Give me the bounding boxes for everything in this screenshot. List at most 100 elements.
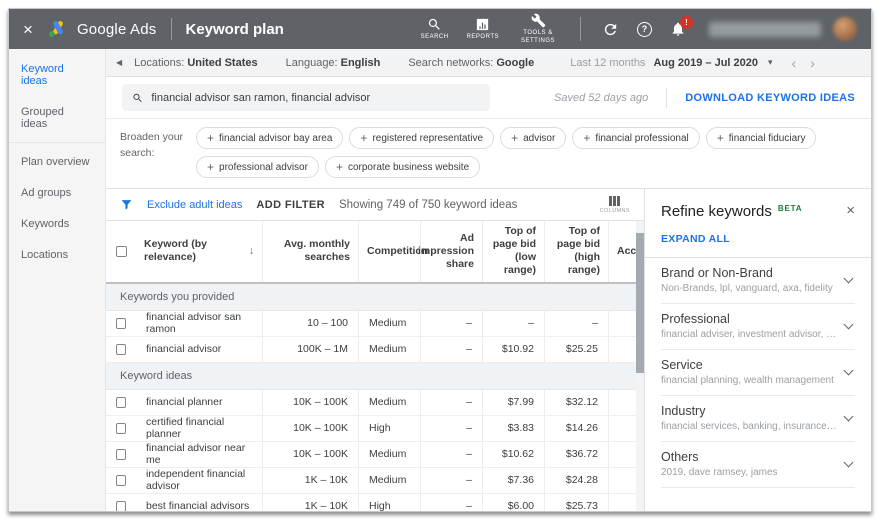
table-row[interactable]: financial advisor near me 10K – 100K Mediu… bbox=[106, 441, 644, 468]
date-range-selector[interactable]: Last 12 months Aug 2019 – Jul 2020 ▾ bbox=[570, 57, 784, 69]
top-bid-high-cell: $25.73 bbox=[544, 493, 608, 511]
chevron-down-icon bbox=[843, 273, 854, 284]
locations-filter[interactable]: Locations: United States bbox=[134, 57, 257, 69]
avatar[interactable] bbox=[833, 17, 857, 41]
broaden-chip[interactable]: + professional advisor bbox=[196, 156, 319, 178]
next-period-button[interactable]: › bbox=[810, 55, 815, 71]
sidebar-item-plan-overview[interactable]: Plan overview bbox=[9, 146, 105, 177]
broaden-chip[interactable]: + financial advisor bay area bbox=[196, 127, 344, 149]
avg-monthly-searches-cell: 10K – 100K bbox=[262, 415, 358, 441]
refine-group-brand[interactable]: Brand or Non-Brand Non-Brands, lpl, vang… bbox=[661, 258, 855, 304]
app-window: × Google Ads Keyword plan SEARCH REPORTS… bbox=[8, 8, 872, 512]
sidebar-item-grouped-ideas[interactable]: Grouped ideas bbox=[9, 96, 105, 139]
keyword-search-row: Saved 52 days ago DOWNLOAD KEYWORD IDEAS bbox=[106, 77, 871, 119]
sidebar-item-keyword-ideas[interactable]: Keyword ideas bbox=[9, 53, 105, 96]
search-input[interactable] bbox=[151, 91, 480, 104]
sidebar-item-ad-groups[interactable]: Ad groups bbox=[9, 177, 105, 208]
table-row[interactable]: independent financial advisor 1K – 10K Med… bbox=[106, 467, 644, 494]
select-all-checkbox[interactable] bbox=[115, 245, 127, 257]
top-bid-low-cell: $7.99 bbox=[482, 389, 544, 415]
chip-label: professional advisor bbox=[219, 161, 308, 173]
columns-button[interactable]: COLUMNS bbox=[600, 195, 630, 214]
broaden-chips: + financial advisor bay area + registered r… bbox=[196, 127, 859, 178]
row-checkbox-cell bbox=[106, 390, 136, 415]
table-row[interactable]: best financial advisors 1K – 10K High – $6.0… bbox=[106, 493, 644, 511]
sidebar-item-keywords[interactable]: Keywords bbox=[9, 208, 105, 239]
row-checkbox[interactable] bbox=[116, 448, 126, 460]
chip-label: financial professional bbox=[595, 132, 689, 144]
chevron-down-icon bbox=[843, 411, 854, 422]
chip-label: financial fiduciary bbox=[728, 132, 806, 144]
search-networks-filter-value: Google bbox=[496, 56, 535, 69]
top-bid-low-cell: $3.83 bbox=[482, 415, 544, 441]
row-checkbox[interactable] bbox=[116, 422, 126, 434]
close-icon[interactable]: × bbox=[23, 21, 33, 38]
showing-count-text: Showing 749 of 750 keyword ideas bbox=[338, 198, 518, 211]
keyword-search-box[interactable] bbox=[122, 84, 490, 111]
row-checkbox[interactable] bbox=[116, 396, 126, 408]
notifications-button[interactable]: ! bbox=[670, 16, 693, 37]
competition-cell: Medium bbox=[358, 336, 420, 362]
chip-label: financial advisor bay area bbox=[219, 132, 333, 144]
reports-nav-button[interactable]: REPORTS bbox=[467, 17, 499, 42]
table-row[interactable]: financial planner 10K – 100K Medium – $7.99 $… bbox=[106, 389, 644, 416]
add-filter-button[interactable]: ADD FILTER bbox=[256, 199, 325, 211]
broaden-chip[interactable]: + corporate business website bbox=[324, 156, 481, 178]
broaden-chip[interactable]: + advisor bbox=[500, 127, 567, 149]
exclude-adult-ideas-link[interactable]: Exclude adult ideas bbox=[147, 199, 242, 211]
language-filter-label: Language: bbox=[285, 56, 338, 69]
language-filter[interactable]: Language: English bbox=[286, 57, 381, 69]
search-networks-filter[interactable]: Search networks: Google bbox=[408, 57, 534, 69]
sidebar: Keyword ideas Grouped ideas Plan overvie… bbox=[9, 49, 106, 511]
tools-settings-nav-button[interactable]: TOOLS & SETTINGS bbox=[517, 13, 559, 46]
broaden-chip[interactable]: + financial professional bbox=[572, 127, 700, 149]
avg-monthly-searches-cell: 10 – 100 bbox=[262, 310, 358, 336]
header-top-of-page-bid-low[interactable]: Top of page bid (low range) bbox=[482, 221, 544, 282]
saved-status: Saved 52 days ago bbox=[554, 87, 668, 108]
competition-cell: Medium bbox=[358, 441, 420, 467]
top-bid-high-cell: $32.12 bbox=[544, 389, 608, 415]
close-panel-icon[interactable]: × bbox=[846, 203, 855, 218]
row-checkbox[interactable] bbox=[116, 500, 126, 511]
table-row[interactable]: certified financial planner 10K – 100K Hig… bbox=[106, 415, 644, 442]
table-scrollbar[interactable] bbox=[636, 221, 644, 511]
header-keyword[interactable]: Keyword (by relevance) ↓ bbox=[136, 221, 262, 282]
top-bid-low-cell: $6.00 bbox=[482, 493, 544, 511]
search-nav-button[interactable]: SEARCH bbox=[421, 17, 449, 42]
ad-impression-share-cell: – bbox=[420, 493, 482, 511]
refine-group-others[interactable]: Others 2019, dave ramsey, james bbox=[661, 442, 855, 488]
header-avg-monthly-searches[interactable]: Avg. monthly searches bbox=[262, 221, 358, 282]
sidebar-divider bbox=[9, 142, 105, 143]
row-checkbox-cell bbox=[106, 311, 136, 336]
help-button[interactable]: ? bbox=[637, 21, 652, 37]
header-top-of-page-bid-high[interactable]: Top of page bid (high range) bbox=[544, 221, 608, 282]
refine-group-service[interactable]: Service financial planning, wealth manag… bbox=[661, 350, 855, 396]
top-bid-high-cell: $14.26 bbox=[544, 415, 608, 441]
header-ad-impression-share[interactable]: Ad impression share bbox=[418, 221, 482, 282]
broaden-chip[interactable]: + financial fiduciary bbox=[705, 127, 817, 149]
previous-period-button[interactable]: ‹ bbox=[792, 55, 797, 71]
header-competition[interactable]: Competition bbox=[358, 221, 428, 282]
table-section-header: Keywords you provided bbox=[106, 283, 644, 311]
download-keyword-ideas-button[interactable]: DOWNLOAD KEYWORD IDEAS bbox=[685, 92, 855, 104]
refine-group-industry[interactable]: Industry financial services, banking, in… bbox=[661, 396, 855, 442]
sort-descending-icon: ↓ bbox=[248, 244, 254, 257]
refine-group-subtitle: financial services, banking, insurance, … bbox=[661, 421, 837, 432]
expand-all-link[interactable]: EXPAND ALL bbox=[661, 233, 855, 245]
table-row[interactable]: financial advisor 100K – 1M Medium – $10.92 $… bbox=[106, 336, 644, 363]
row-checkbox[interactable] bbox=[116, 317, 126, 329]
refresh-button[interactable] bbox=[602, 21, 619, 38]
broaden-chip[interactable]: + registered representative bbox=[349, 127, 495, 149]
sidebar-item-locations[interactable]: Locations bbox=[9, 239, 105, 270]
search-networks-filter-label: Search networks: bbox=[408, 56, 494, 69]
refine-group-professional[interactable]: Professional financial adviser, investme… bbox=[661, 304, 855, 350]
row-checkbox[interactable] bbox=[116, 474, 126, 486]
tools-settings-nav-label: TOOLS & SETTINGS bbox=[520, 29, 555, 44]
row-checkbox[interactable] bbox=[116, 343, 126, 355]
collapse-panel-icon[interactable]: ◀ bbox=[116, 58, 122, 67]
keyword-table-area: Exclude adult ideas ADD FILTER Showing 7… bbox=[106, 189, 644, 511]
keyword-cell: financial advisor san ramon bbox=[146, 311, 242, 335]
scrollbar-thumb[interactable] bbox=[636, 233, 644, 373]
refine-group-title: Industry bbox=[661, 404, 706, 418]
table-row[interactable]: financial advisor san ramon 10 – 100 Mediu… bbox=[106, 310, 644, 337]
